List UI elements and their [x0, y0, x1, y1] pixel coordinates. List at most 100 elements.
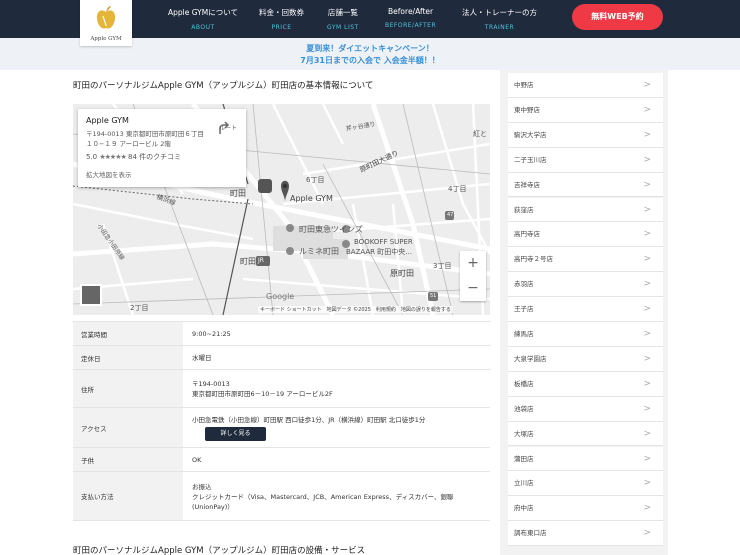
map-label-machida: 町田 — [230, 189, 246, 198]
access-details-button[interactable]: 詳しく見る — [205, 426, 266, 441]
campaign-line2: 7月31日までの入会で 入会金半額！！ — [300, 56, 440, 65]
sidebar-item[interactable]: 大泉学園店 > — [508, 346, 663, 372]
map-label-road-47: 47 — [447, 212, 454, 218]
sidebar-item[interactable]: 中野店 > — [508, 73, 663, 98]
info-value-children: OK — [192, 455, 202, 464]
chevron-right-icon: > — [643, 279, 651, 290]
chevron-right-icon: > — [643, 229, 651, 240]
sidebar-item[interactable]: 高円寺２号店 > — [508, 247, 663, 273]
chevron-right-icon: > — [643, 204, 651, 215]
chevron-right-icon: > — [643, 528, 651, 539]
nav-about[interactable]: Apple GYMについて ABOUT — [168, 7, 238, 31]
map-label-kou: 紅と — [473, 130, 487, 138]
nav-trainer[interactable]: 法人・トレーナーの方 TRAINER — [462, 7, 537, 31]
nav-about-label: Apple GYMについて — [168, 8, 238, 17]
free-web-reservation-button[interactable]: 無料WEB予約 — [572, 4, 663, 30]
sidebar-item-label: 練馬店 — [514, 330, 534, 338]
sidebar-item[interactable]: 吉祥寺店 > — [508, 172, 663, 198]
map-review-count[interactable]: 84 件のクチコミ — [128, 153, 181, 161]
sidebar-item-label: 王子店 — [514, 305, 534, 314]
chevron-right-icon: > — [643, 478, 651, 489]
sidebar-item[interactable]: 東中野店 > — [508, 97, 663, 123]
google-map[interactable]: Apple GYM 町田 町田 JR 町田東急ツインズ ルミネ町田 BOOKOF… — [73, 104, 490, 315]
google-logo: Google — [266, 292, 295, 301]
sidebar-item[interactable]: 王子店 > — [508, 297, 663, 322]
sidebar-item[interactable]: 府中店 > — [508, 496, 663, 522]
map-rating-value: 5.0 — [86, 153, 98, 161]
map-label-6chome: 6丁目 — [306, 176, 325, 184]
chevron-right-icon: > — [643, 104, 651, 115]
nav-before-after-label: Before/After — [388, 7, 434, 16]
nav-trainer-label: 法人・トレーナーの方 — [462, 8, 537, 17]
section-title-facilities: 町田のパーソナルジムApple GYM（アップルジム）町田店の設備・サービス — [73, 546, 366, 555]
sidebar-item[interactable]: 板橋店 > — [508, 371, 663, 397]
map-label-3chome: 3丁目 — [433, 262, 452, 270]
map-route-button[interactable]: ルート — [216, 121, 240, 134]
rating-stars-icon: ★★★★★ — [99, 153, 126, 161]
apple-logo-icon — [96, 6, 116, 29]
sidebar-item[interactable]: 立川店 > — [508, 471, 663, 497]
chevron-right-icon: > — [643, 329, 651, 339]
map-label-bookoff-1: BOOKOFF SUPER — [354, 238, 413, 246]
sidebar-item-label: 二子玉川店 — [514, 155, 547, 164]
sidebar-item[interactable]: 荻窪店 > — [508, 197, 663, 223]
sidebar-item-label: 板橋店 — [514, 379, 534, 388]
map-label-4chome: 4丁目 — [448, 185, 467, 193]
nav-price[interactable]: 料金・回数券 PRICE — [259, 7, 304, 31]
map-zoom-in-button[interactable]: + — [460, 251, 486, 276]
map-attribution[interactable]: キーボード ショートカット 地図データ ©2025 利用規約 地図の誤りを報告す… — [258, 306, 453, 313]
store-info-table: 営業時間 9:00~21:25 定休日 水曜日 住所 〒194-0013 東京都… — [73, 321, 490, 521]
sidebar-item[interactable]: 練馬店 > — [508, 322, 663, 347]
chevron-right-icon: > — [643, 154, 651, 165]
nav-gym-list[interactable]: 店舗一覧 GYM LIST — [327, 7, 359, 31]
map-label-machida-jr: 町田 — [240, 257, 256, 266]
sidebar-item-label: 大塚店 — [514, 429, 534, 438]
map-enlarge-link[interactable]: 拡大地図を表示 — [86, 169, 238, 179]
sidebar-item-label: 立川店 — [514, 479, 534, 488]
info-value-payment-1: お振込 — [192, 482, 212, 491]
map-label-jr: JR — [258, 257, 264, 264]
nav-before-after[interactable]: Before/After BEFORE/AFTER — [385, 7, 436, 29]
sidebar-item-label: 池袋店 — [514, 404, 534, 413]
sidebar-item[interactable]: 高円寺店 > — [508, 222, 663, 248]
map-label-bookoff-2: BAZAAR 町田中央... — [346, 248, 412, 256]
sidebar-item-label: 東中野店 — [514, 105, 540, 114]
sidebar-item[interactable]: 大塚店 > — [508, 421, 663, 447]
info-row-holiday: 定休日 水曜日 — [73, 345, 490, 369]
chevron-right-icon: > — [643, 129, 651, 140]
sidebar-item-label: 荻窪店 — [514, 205, 534, 214]
nav-price-sub: PRICE — [271, 24, 292, 31]
info-value-payment-3: (UnionPay)） — [192, 502, 234, 511]
info-row-payment: 支払い方法 お振込 クレジットカード（Visa、Mastercard、JCB、A… — [73, 471, 490, 521]
sidebar-item[interactable]: 調布東口店 > — [508, 521, 663, 547]
chevron-right-icon: > — [643, 179, 651, 190]
map-zoom-out-button[interactable]: − — [460, 276, 486, 301]
map-info-card: Apple GYM 〒194-0013 東京都町田市原町田６丁目１０−１９ アー… — [78, 109, 246, 187]
chevron-right-icon: > — [643, 353, 651, 364]
sidebar-item[interactable]: 池袋店 > — [508, 396, 663, 422]
chevron-right-icon: > — [643, 378, 651, 389]
sidebar-item[interactable]: 二子玉川店 > — [508, 147, 663, 173]
info-label-children: 子供 — [73, 448, 183, 471]
sidebar-item[interactable]: 赤羽店 > — [508, 272, 663, 298]
sidebar-item[interactable]: 蒲田店 > — [508, 446, 663, 472]
sidebar-item-label: 大泉学園店 — [514, 354, 547, 363]
sidebar-item[interactable]: 駒沢大学店 > — [508, 122, 663, 148]
info-label-hours: 営業時間 — [73, 322, 183, 345]
info-value-hours: 9:00~21:25 — [192, 329, 231, 338]
nav-gym-list-label: 店舗一覧 — [327, 8, 358, 17]
map-layer-toggle[interactable] — [80, 284, 102, 306]
chevron-right-icon: > — [643, 403, 651, 414]
info-label-address: 住所 — [73, 370, 183, 407]
site-logo[interactable]: Apple GYM — [80, 0, 132, 46]
chevron-right-icon: > — [643, 428, 651, 439]
sidebar-item-label: 駒沢大学店 — [514, 130, 547, 139]
info-row-children: 子供 OK — [73, 447, 490, 471]
info-label-access: アクセス — [73, 408, 183, 447]
map-card-rating-row: 5.0 ★★★★★ 84 件のクチコミ — [86, 152, 238, 162]
page-title: 町田のパーソナルジムApple GYM（アップルジム）町田店の基本情報について — [73, 81, 374, 91]
nav-before-after-sub: BEFORE/AFTER — [385, 22, 437, 29]
route-icon — [219, 121, 230, 134]
nav-trainer-sub: TRAINER — [484, 24, 515, 31]
map-label-tokyu: 町田東急ツインズ — [299, 225, 363, 234]
